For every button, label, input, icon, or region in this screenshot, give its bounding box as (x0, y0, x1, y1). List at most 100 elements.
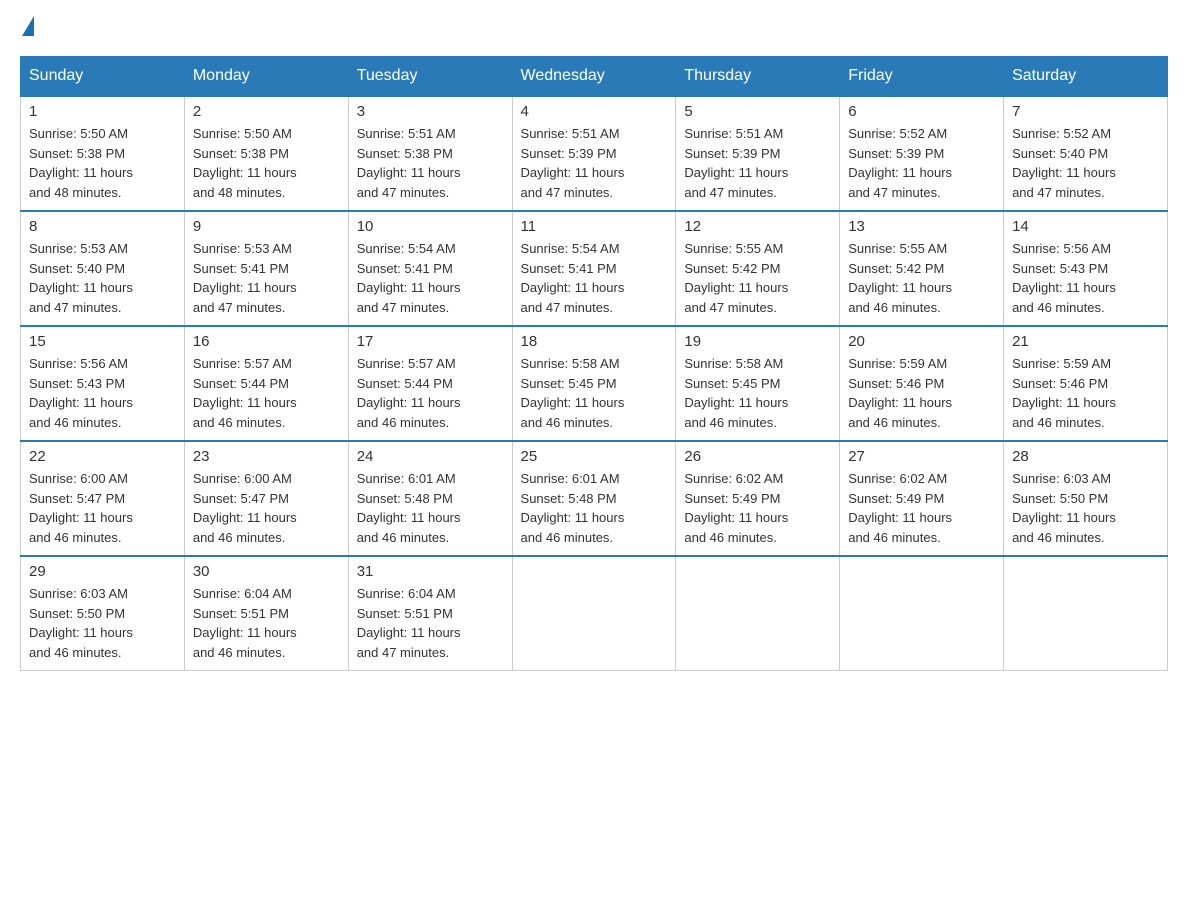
calendar-cell: 6Sunrise: 5:52 AMSunset: 5:39 PMDaylight… (840, 96, 1004, 211)
calendar-cell: 7 Sunrise: 5:52 AMSunset: 5:40 PMDaylight… (1004, 96, 1168, 211)
day-info: Sunrise: 6:01 AMSunset: 5:48 PMDaylight:… (357, 471, 461, 545)
day-number: 11 (521, 218, 668, 235)
calendar-cell: 26 Sunrise: 6:02 AMSunset: 5:49 PMDayligh… (676, 441, 840, 556)
day-info: Sunrise: 6:02 AMSunset: 5:49 PMDaylight:… (684, 471, 788, 545)
calendar-cell (840, 556, 1004, 671)
calendar-cell: 25Sunrise: 6:01 AMSunset: 5:48 PMDayligh… (512, 441, 676, 556)
day-info: Sunrise: 5:54 AMSunset: 5:41 PMDaylight:… (521, 241, 625, 315)
calendar-cell: 21 Sunrise: 5:59 AMSunset: 5:46 PMDayligh… (1004, 326, 1168, 441)
day-number: 22 (29, 448, 176, 465)
day-info: Sunrise: 6:00 AMSunset: 5:47 PMDaylight:… (193, 471, 297, 545)
calendar-cell: 15 Sunrise: 5:56 AMSunset: 5:43 PMDayligh… (21, 326, 185, 441)
day-number: 27 (848, 448, 995, 465)
day-number: 25 (521, 448, 668, 465)
day-number: 4 (521, 103, 668, 120)
day-info: Sunrise: 5:51 AMSunset: 5:39 PMDaylight:… (684, 126, 788, 200)
day-number: 26 (684, 448, 831, 465)
day-number: 9 (193, 218, 340, 235)
day-number: 12 (684, 218, 831, 235)
column-header-thursday: Thursday (676, 57, 840, 97)
calendar-cell: 5 Sunrise: 5:51 AMSunset: 5:39 PMDaylight… (676, 96, 840, 211)
calendar-cell: 10 Sunrise: 5:54 AMSunset: 5:41 PMDayligh… (348, 211, 512, 326)
day-number: 13 (848, 218, 995, 235)
day-info: Sunrise: 6:04 AMSunset: 5:51 PMDaylight:… (357, 586, 461, 660)
day-info: Sunrise: 5:56 AMSunset: 5:43 PMDaylight:… (29, 356, 133, 430)
calendar-cell: 16 Sunrise: 5:57 AMSunset: 5:44 PMDayligh… (184, 326, 348, 441)
day-number: 20 (848, 333, 995, 350)
calendar-cell: 8 Sunrise: 5:53 AMSunset: 5:40 PMDaylight… (21, 211, 185, 326)
day-info: Sunrise: 5:54 AMSunset: 5:41 PMDaylight:… (357, 241, 461, 315)
day-number: 5 (684, 103, 831, 120)
calendar-cell: 3 Sunrise: 5:51 AMSunset: 5:38 PMDaylight… (348, 96, 512, 211)
logo (20, 20, 34, 36)
column-header-monday: Monday (184, 57, 348, 97)
day-number: 29 (29, 563, 176, 580)
calendar-cell (676, 556, 840, 671)
day-info: Sunrise: 5:51 AMSunset: 5:39 PMDaylight:… (521, 126, 625, 200)
day-number: 21 (1012, 333, 1159, 350)
day-number: 31 (357, 563, 504, 580)
column-header-tuesday: Tuesday (348, 57, 512, 97)
day-number: 8 (29, 218, 176, 235)
calendar-cell: 14 Sunrise: 5:56 AMSunset: 5:43 PMDayligh… (1004, 211, 1168, 326)
day-info: Sunrise: 5:53 AMSunset: 5:41 PMDaylight:… (193, 241, 297, 315)
day-number: 19 (684, 333, 831, 350)
calendar-cell: 29 Sunrise: 6:03 AMSunset: 5:50 PMDayligh… (21, 556, 185, 671)
column-header-saturday: Saturday (1004, 57, 1168, 97)
calendar-cell: 11 Sunrise: 5:54 AMSunset: 5:41 PMDayligh… (512, 211, 676, 326)
day-number: 16 (193, 333, 340, 350)
day-info: Sunrise: 5:50 AMSunset: 5:38 PMDaylight:… (193, 126, 297, 200)
calendar-week-row: 22 Sunrise: 6:00 AMSunset: 5:47 PMDayligh… (21, 441, 1168, 556)
column-header-sunday: Sunday (21, 57, 185, 97)
calendar-cell: 28 Sunrise: 6:03 AMSunset: 5:50 PMDayligh… (1004, 441, 1168, 556)
day-number: 7 (1012, 103, 1159, 120)
calendar-week-row: 1 Sunrise: 5:50 AMSunset: 5:38 PMDaylight… (21, 96, 1168, 211)
day-info: Sunrise: 6:03 AMSunset: 5:50 PMDaylight:… (1012, 471, 1116, 545)
day-number: 1 (29, 103, 176, 120)
calendar-cell: 9 Sunrise: 5:53 AMSunset: 5:41 PMDaylight… (184, 211, 348, 326)
calendar-week-row: 8 Sunrise: 5:53 AMSunset: 5:40 PMDaylight… (21, 211, 1168, 326)
day-info: Sunrise: 5:52 AMSunset: 5:39 PMDaylight:… (848, 126, 952, 200)
day-number: 28 (1012, 448, 1159, 465)
day-number: 14 (1012, 218, 1159, 235)
calendar-cell: 31 Sunrise: 6:04 AMSunset: 5:51 PMDayligh… (348, 556, 512, 671)
calendar-cell: 1 Sunrise: 5:50 AMSunset: 5:38 PMDaylight… (21, 96, 185, 211)
day-info: Sunrise: 5:59 AMSunset: 5:46 PMDaylight:… (1012, 356, 1116, 430)
day-number: 15 (29, 333, 176, 350)
calendar-cell: 20 Sunrise: 5:59 AMSunset: 5:46 PMDayligh… (840, 326, 1004, 441)
day-info: Sunrise: 6:02 AMSunset: 5:49 PMDaylight:… (848, 471, 952, 545)
day-info: Sunrise: 5:52 AMSunset: 5:40 PMDaylight:… (1012, 126, 1116, 200)
calendar-cell (1004, 556, 1168, 671)
calendar-table: SundayMondayTuesdayWednesdayThursdayFrid… (20, 56, 1168, 671)
day-info: Sunrise: 5:56 AMSunset: 5:43 PMDaylight:… (1012, 241, 1116, 315)
calendar-cell: 19Sunrise: 5:58 AMSunset: 5:45 PMDayligh… (676, 326, 840, 441)
calendar-cell: 2Sunrise: 5:50 AMSunset: 5:38 PMDaylight… (184, 96, 348, 211)
day-info: Sunrise: 5:50 AMSunset: 5:38 PMDaylight:… (29, 126, 133, 200)
calendar-cell: 13 Sunrise: 5:55 AMSunset: 5:42 PMDayligh… (840, 211, 1004, 326)
day-number: 30 (193, 563, 340, 580)
calendar-cell (512, 556, 676, 671)
day-number: 10 (357, 218, 504, 235)
day-info: Sunrise: 5:59 AMSunset: 5:46 PMDaylight:… (848, 356, 952, 430)
calendar-week-row: 15 Sunrise: 5:56 AMSunset: 5:43 PMDayligh… (21, 326, 1168, 441)
day-info: Sunrise: 5:57 AMSunset: 5:44 PMDaylight:… (193, 356, 297, 430)
page-header (20, 20, 1168, 36)
day-info: Sunrise: 5:51 AMSunset: 5:38 PMDaylight:… (357, 126, 461, 200)
day-number: 23 (193, 448, 340, 465)
calendar-cell: 24Sunrise: 6:01 AMSunset: 5:48 PMDayligh… (348, 441, 512, 556)
day-info: Sunrise: 5:53 AMSunset: 5:40 PMDaylight:… (29, 241, 133, 315)
calendar-cell: 12 Sunrise: 5:55 AMSunset: 5:42 PMDayligh… (676, 211, 840, 326)
calendar-cell: 23 Sunrise: 6:00 AMSunset: 5:47 PMDayligh… (184, 441, 348, 556)
calendar-cell: 30 Sunrise: 6:04 AMSunset: 5:51 PMDayligh… (184, 556, 348, 671)
day-number: 3 (357, 103, 504, 120)
calendar-cell: 22Sunrise: 6:00 AMSunset: 5:47 PMDayligh… (21, 441, 185, 556)
day-info: Sunrise: 5:57 AMSunset: 5:44 PMDaylight:… (357, 356, 461, 430)
day-info: Sunrise: 5:55 AMSunset: 5:42 PMDaylight:… (684, 241, 788, 315)
day-info: Sunrise: 6:04 AMSunset: 5:51 PMDaylight:… (193, 586, 297, 660)
day-info: Sunrise: 6:03 AMSunset: 5:50 PMDaylight:… (29, 586, 133, 660)
calendar-header-row: SundayMondayTuesdayWednesdayThursdayFrid… (21, 57, 1168, 97)
logo-triangle-icon (22, 16, 34, 36)
day-info: Sunrise: 5:55 AMSunset: 5:42 PMDaylight:… (848, 241, 952, 315)
column-header-wednesday: Wednesday (512, 57, 676, 97)
calendar-week-row: 29 Sunrise: 6:03 AMSunset: 5:50 PMDayligh… (21, 556, 1168, 671)
